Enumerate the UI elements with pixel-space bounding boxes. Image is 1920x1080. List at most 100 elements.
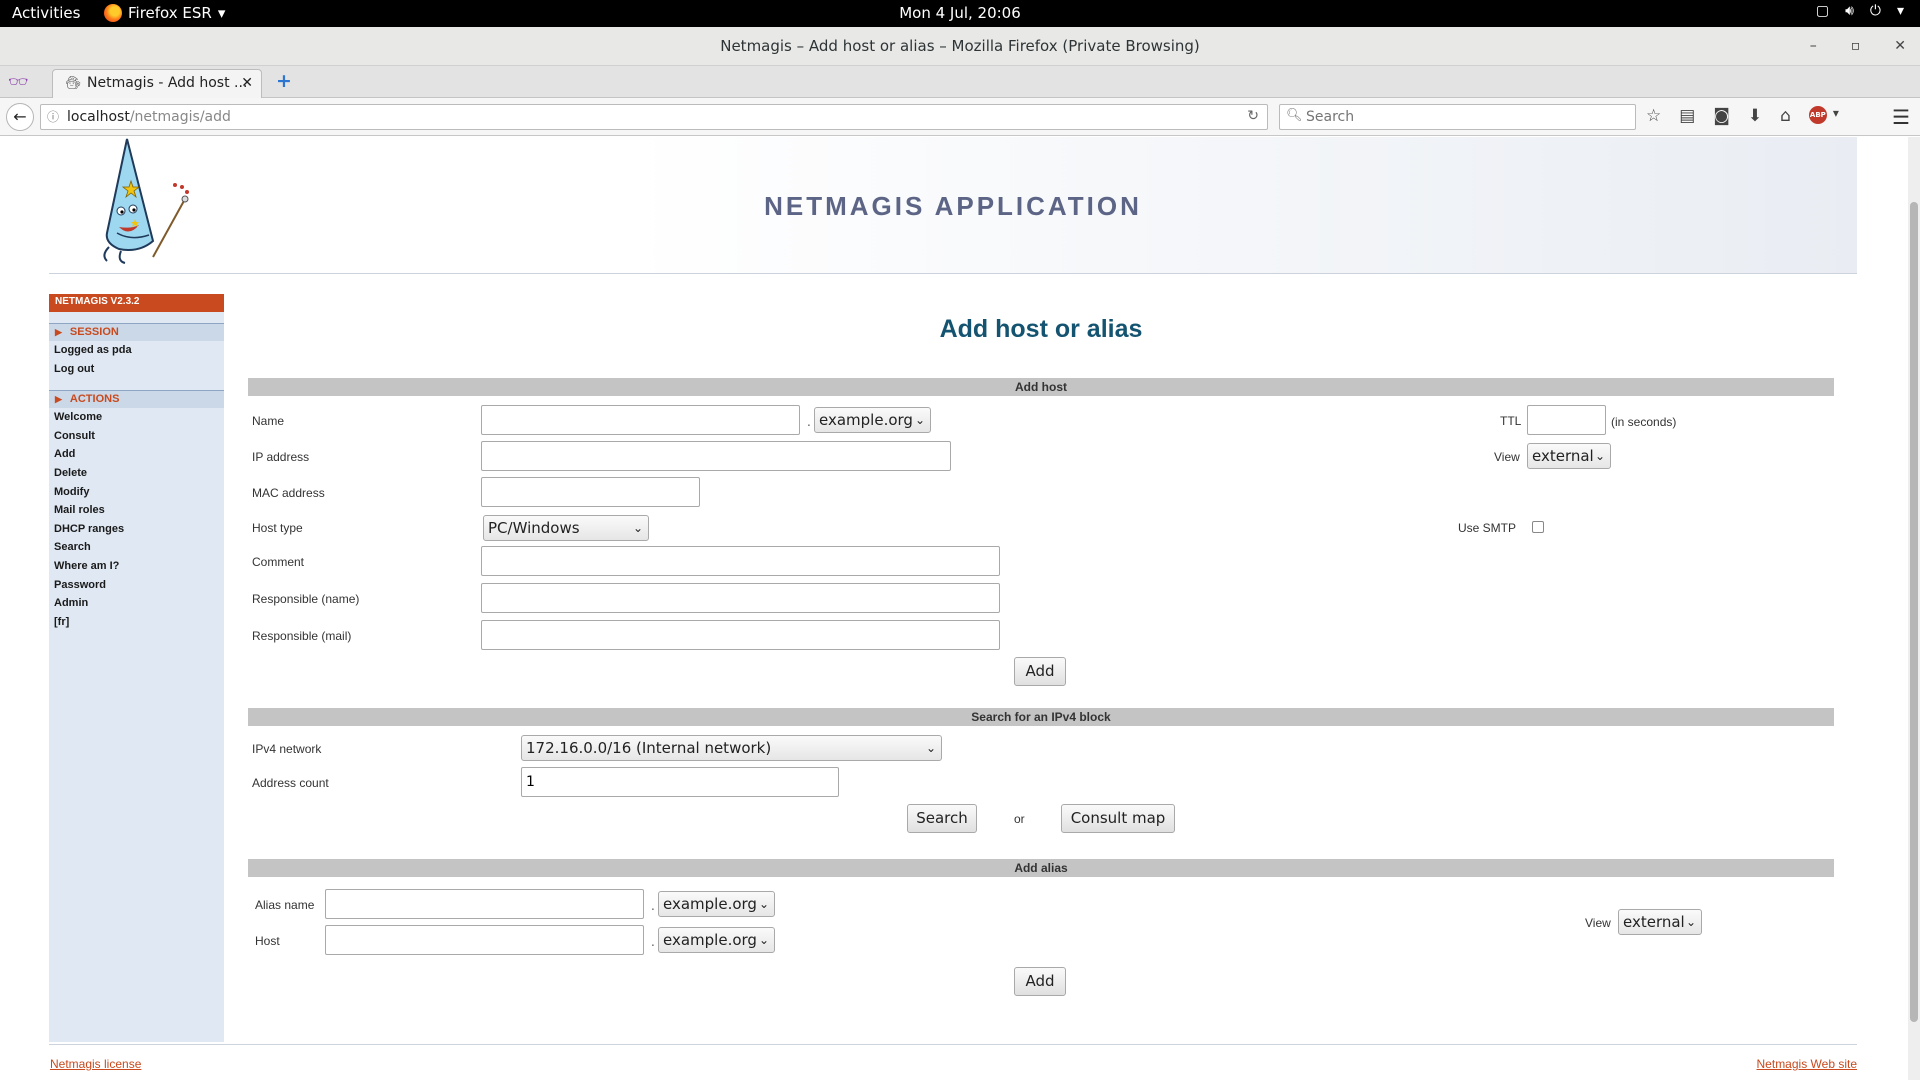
triangle-right-icon: ▶ [55,327,62,337]
ttl-input[interactable] [1527,405,1606,435]
sidebar-item-mail-roles[interactable]: Mail roles [49,501,224,520]
page-header: NETMAGIS APPLICATION [49,137,1857,274]
clock[interactable]: Mon 4 Jul, 20:06 [0,4,1920,22]
home-icon[interactable]: ⌂ [1780,106,1791,126]
ipv4-network-label: IPv4 network [252,742,322,756]
sidebar-item-modify[interactable]: Modify [49,483,224,502]
sidebar-item-consult[interactable]: Consult [49,427,224,446]
info-icon[interactable]: ⓘ [47,108,59,125]
chevron-down-icon: ▾ [217,4,226,22]
sidebar: NETMAGIS V2.3.2 ▶ SESSION Logged as pda L… [49,294,224,1042]
responsible-mail-input[interactable] [481,620,1000,650]
ip-address-label: IP address [252,450,310,464]
sidebar-item-admin[interactable]: Admin [49,594,224,613]
responsible-name-input[interactable] [481,583,1000,613]
host-type-select[interactable]: PC/Windows ⌄ [483,515,649,541]
search-input[interactable] [1304,107,1624,127]
url-bar[interactable]: ⓘ localhost/netmagis/add ↻ [40,104,1268,130]
sidebar-item-search[interactable]: Search [49,538,224,557]
power-icon: ⏻ [1869,3,1881,19]
close-window-button[interactable]: ✕ [1894,27,1906,66]
window-icon: ▢ [1815,3,1830,19]
window-titlebar: Netmagis – Add host or alias – Mozilla F… [0,27,1920,66]
sidebar-item-where-am-i[interactable]: Where am I? [49,557,224,576]
tab-netmagis[interactable]: 🧙︎ Netmagis - Add host ... ✕ [52,69,262,98]
consult-map-button[interactable]: Consult map [1061,804,1175,833]
use-smtp-checkbox[interactable] [1532,521,1544,533]
alias-domain-select[interactable]: example.org ⌄ [658,891,775,917]
hamburger-menu-icon[interactable]: ☰ [1892,105,1910,129]
alias-view-select[interactable]: external ⌄ [1618,909,1702,935]
chevron-down-icon: ⌄ [632,521,643,535]
name-input[interactable] [481,405,800,435]
sidebar-item-logout[interactable]: Log out [49,360,224,379]
ttl-label: TTL [1500,414,1522,428]
sidebar-item-delete[interactable]: Delete [49,464,224,483]
navigation-toolbar: ← ⓘ localhost/netmagis/add ↻ 🔍︎ ☆ ▤ ◙ ⬇ … [0,98,1920,136]
host-domain-select[interactable]: example.org ⌄ [658,927,775,953]
ipv4-network-select[interactable]: 172.16.0.0/16 (Internal network) ⌄ [521,735,942,761]
address-count-input[interactable] [521,767,839,797]
minimize-button[interactable]: – [1810,27,1817,66]
responsible-mail-label: Responsible (mail) [252,629,352,643]
add-host-button[interactable]: Add [1014,657,1066,686]
sidebar-item-password[interactable]: Password [49,576,224,595]
add-alias-button[interactable]: Add [1014,967,1066,996]
alias-name-label: Alias name [255,898,315,912]
app-menu-label: Firefox ESR [128,4,212,22]
activities-button[interactable]: Activities [12,4,80,22]
responsible-name-label: Responsible (name) [252,592,360,606]
bookmark-star-icon[interactable]: ☆ [1646,106,1661,126]
sidebar-item-dhcp-ranges[interactable]: DHCP ranges [49,520,224,539]
chevron-down-icon[interactable]: ▾ [1833,106,1839,126]
downloads-icon[interactable]: ⬇ [1748,106,1762,126]
sidebar-item-welcome[interactable]: Welcome [49,408,224,427]
triangle-right-icon: ▶ [55,394,62,405]
actions-section-header: ▶ ACTIONS [49,390,224,409]
search-bar[interactable]: 🔍︎ [1279,104,1636,130]
add-alias-section-header: Add alias [248,859,1834,877]
comment-input[interactable] [481,546,1000,576]
search-ipv4-section-header: Search for an IPv4 block [248,708,1834,726]
system-status-area[interactable]: ▢ 🔊︎ ⏻ ▾ [1816,3,1904,19]
adblock-icon[interactable]: ABP [1808,106,1827,124]
maximize-button[interactable]: ▫ [1851,27,1861,66]
use-smtp-label: Use SMTP [1458,521,1517,535]
reload-icon[interactable]: ↻ [1247,108,1259,124]
host-type-label: Host type [252,521,303,535]
tab-bar: 👓︎ 🧙︎ Netmagis - Add host ... ✕ + [0,66,1920,98]
mac-address-label: MAC address [252,486,325,500]
sidebar-item-language-fr[interactable]: [fr] [49,613,224,632]
search-button[interactable]: Search [907,804,977,833]
page-scrollbar[interactable] [1908,137,1920,1080]
back-button[interactable]: ← [6,103,34,131]
new-tab-button[interactable]: + [276,70,292,92]
chevron-down-icon: ⌄ [914,413,925,427]
scrollbar-thumb[interactable] [1910,202,1918,1022]
private-browsing-icon: 👓︎ [8,72,29,91]
domain-select[interactable]: example.org ⌄ [814,407,931,433]
window-title: Netmagis – Add host or alias – Mozilla F… [720,37,1200,55]
sidebar-item-add[interactable]: Add [49,445,224,464]
url-text[interactable]: localhost/netmagis/add [67,109,231,125]
comment-label: Comment [252,555,305,569]
reading-list-icon[interactable]: ▤ [1679,106,1695,126]
version-badge: NETMAGIS V2.3.2 [49,294,224,312]
netmagis-website-link[interactable]: Netmagis Web site [1757,1057,1857,1071]
pocket-icon[interactable]: ◙ [1713,106,1730,126]
page-footer: Netmagis license Netmagis Web site [49,1044,1857,1074]
alias-name-input[interactable] [325,889,644,919]
host-label: Host [255,934,280,948]
name-label: Name [252,414,285,428]
or-text: or [1014,812,1025,826]
domain-separator: . [807,415,811,429]
alias-host-input[interactable] [325,925,644,955]
netmagis-license-link[interactable]: Netmagis license [50,1057,141,1071]
system-top-bar: Activities Firefox ESR ▾ Mon 4 Jul, 20:0… [0,0,1920,27]
view-select[interactable]: external ⌄ [1527,443,1611,469]
ip-address-input[interactable] [481,441,951,471]
close-tab-icon[interactable]: ✕ [241,75,253,91]
tab-title: Netmagis - Add host ... [87,75,248,91]
mac-address-input[interactable] [481,477,700,507]
app-menu[interactable]: Firefox ESR ▾ [104,4,225,22]
